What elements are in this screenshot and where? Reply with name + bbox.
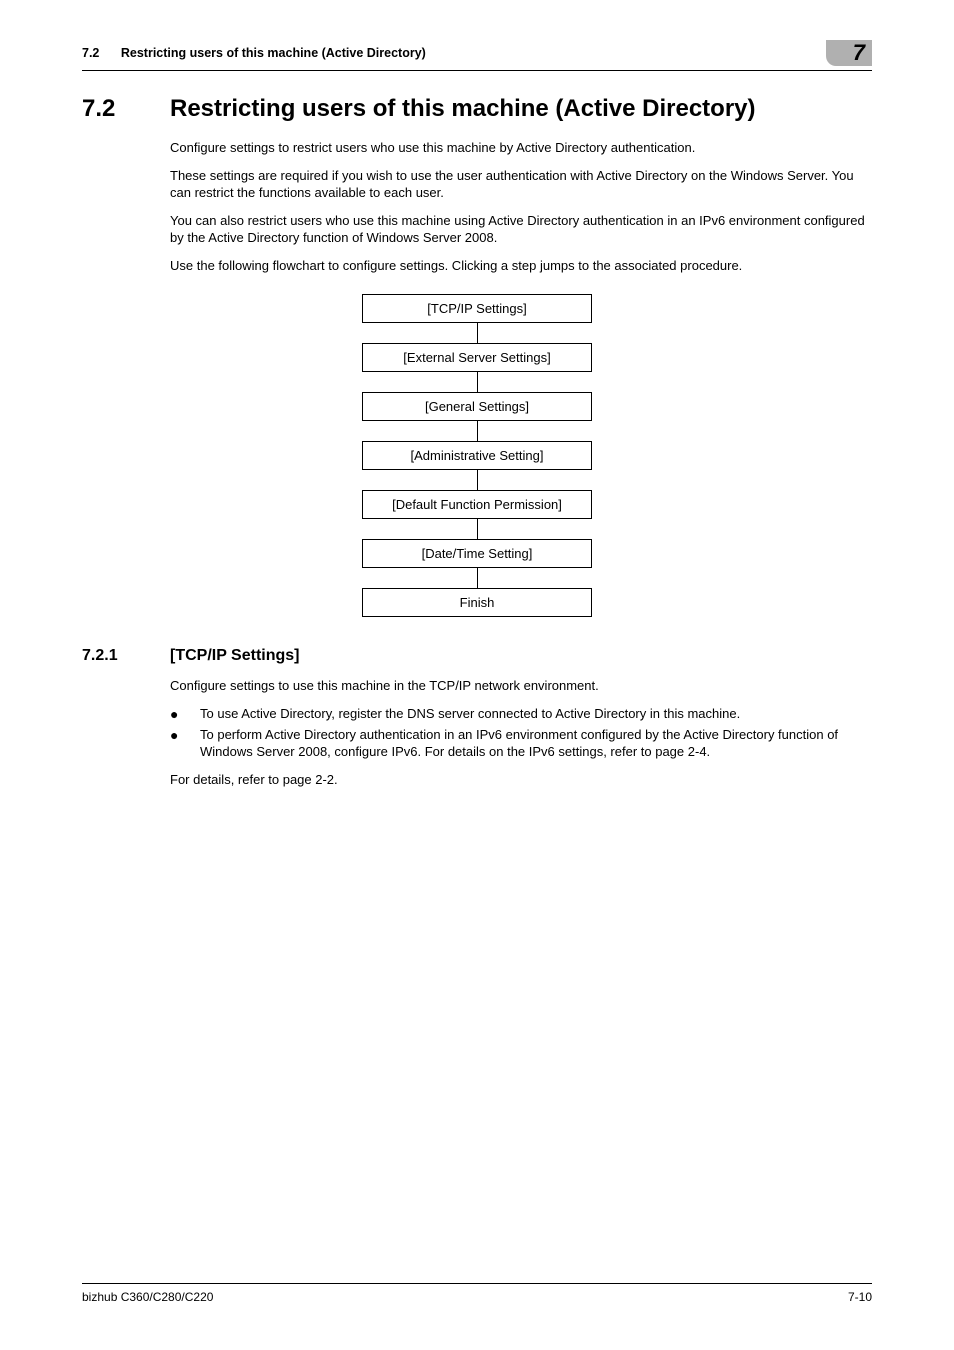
section-heading-title: Restricting users of this machine (Activ… <box>170 95 756 123</box>
footer-page: 7-10 <box>848 1290 872 1304</box>
flow-connector <box>477 519 478 539</box>
flow-step-general[interactable]: [General Settings] <box>362 392 592 421</box>
subsection-heading-number: 7.2.1 <box>82 647 170 665</box>
subsection-paragraph-2: For details, refer to page 2-2. <box>170 771 872 789</box>
chapter-number: 7 <box>853 40 865 66</box>
flow-step-finish: Finish <box>362 588 592 617</box>
flow-connector <box>477 421 478 441</box>
chapter-badge: 7 <box>826 40 872 66</box>
subsection-heading: 7.2.1 [TCP/IP Settings] <box>82 647 872 665</box>
footer-model: bizhub C360/C280/C220 <box>82 1290 213 1304</box>
intro-paragraph-4: Use the following flowchart to configure… <box>170 257 872 275</box>
list-item: ● To use Active Directory, register the … <box>170 705 872 724</box>
flow-step-default-function[interactable]: [Default Function Permission] <box>362 490 592 519</box>
flow-step-datetime[interactable]: [Date/Time Setting] <box>362 539 592 568</box>
section-heading-number: 7.2 <box>82 95 170 123</box>
header-left: 7.2 Restricting users of this machine (A… <box>82 46 426 60</box>
flow-step-tcpip[interactable]: [TCP/IP Settings] <box>362 294 592 323</box>
flow-connector <box>477 470 478 490</box>
subsection-paragraph-1: Configure settings to use this machine i… <box>170 677 872 695</box>
flow-step-administrative[interactable]: [Administrative Setting] <box>362 441 592 470</box>
bullet-icon: ● <box>170 726 200 761</box>
flow-connector <box>477 372 478 392</box>
page-header: 7.2 Restricting users of this machine (A… <box>82 40 872 71</box>
section-heading: 7.2 Restricting users of this machine (A… <box>82 95 872 123</box>
flow-step-external-server[interactable]: [External Server Settings] <box>362 343 592 372</box>
intro-paragraph-2: These settings are required if you wish … <box>170 167 872 202</box>
bullet-icon: ● <box>170 705 200 724</box>
flow-connector <box>477 323 478 343</box>
intro-paragraph-3: You can also restrict users who use this… <box>170 212 872 247</box>
list-item: ● To perform Active Directory authentica… <box>170 726 872 761</box>
header-section-number: 7.2 <box>82 46 99 60</box>
bullet-list: ● To use Active Directory, register the … <box>170 705 872 761</box>
page-footer: bizhub C360/C280/C220 7-10 <box>82 1283 872 1304</box>
bullet-text: To use Active Directory, register the DN… <box>200 705 872 724</box>
header-section-title: Restricting users of this machine (Activ… <box>121 46 426 60</box>
subsection-heading-title: [TCP/IP Settings] <box>170 647 300 665</box>
bullet-text: To perform Active Directory authenticati… <box>200 726 872 761</box>
flow-connector <box>477 568 478 588</box>
flowchart: [TCP/IP Settings] [External Server Setti… <box>82 294 872 617</box>
intro-paragraph-1: Configure settings to restrict users who… <box>170 139 872 157</box>
